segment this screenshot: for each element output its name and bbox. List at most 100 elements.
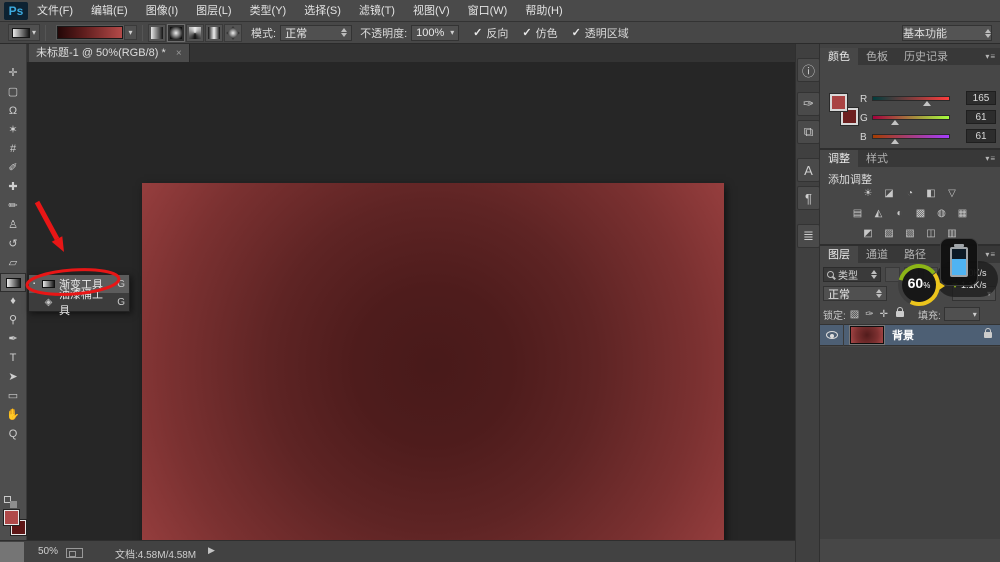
adjustment-icon[interactable]: ◐ [891,207,908,221]
panel-menu-icon[interactable]: ▾≡ [985,52,996,61]
blend-mode-select[interactable]: 正常 [280,25,352,41]
measurement-panel-icon[interactable]: ≣ [797,224,820,248]
panel-menu-icon[interactable]: ▾≡ [985,154,996,163]
zoom-level-field[interactable]: 50% [38,546,58,557]
tab-图层[interactable]: 图层 [820,246,858,263]
lock-option-icon[interactable]: ▨ [850,309,859,320]
adjustment-icon[interactable]: ◪ [881,187,898,201]
layer-thumbnail[interactable] [850,326,884,344]
brush-panel-icon[interactable]: ✑ [797,92,820,116]
workspace-switcher[interactable]: 基本功能 [902,25,992,41]
adjustment-icon[interactable]: ▽ [944,187,961,201]
crop-tool[interactable]: # [0,140,26,159]
adjustment-icon[interactable]: ▤ [849,207,866,221]
menu-item-窗口(W)[interactable]: 窗口(W) [459,5,517,17]
opacity-select[interactable]: 100% ▾ [411,25,459,41]
menu-item-编辑(E)[interactable]: 编辑(E) [82,5,137,17]
adjustment-icon[interactable]: ▩ [912,207,929,221]
slider-thumb-icon[interactable] [891,120,899,125]
adjustment-icon[interactable]: ◩ [860,227,877,241]
lock-all-icon[interactable] [896,311,904,317]
gradient-preview[interactable] [57,26,123,39]
paragraph-panel-icon[interactable]: ¶ [797,186,820,210]
marquee-tool[interactable]: ▢ [0,83,26,102]
diamond-gradient-button[interactable] [224,24,242,42]
menu-item-图像(I)[interactable]: 图像(I) [137,5,187,17]
channel-value[interactable]: 61 [966,110,996,124]
blur-tool[interactable]: ♦ [0,292,26,311]
history-brush-tool[interactable]: ↺ [0,235,26,254]
menu-item-选择(S)[interactable]: 选择(S) [295,5,350,17]
hand-tool[interactable]: ✋ [0,406,26,425]
dodge-tool[interactable]: ⚲ [0,311,26,330]
adjustment-icon[interactable]: ◭ [870,207,887,221]
linear-gradient-button[interactable] [148,24,166,42]
foreground-color-chip[interactable] [830,94,847,111]
lock-option-icon[interactable]: ✛ [880,309,888,320]
tool-preset-picker[interactable]: ▾ [8,24,40,41]
layer-filter-type-select[interactable]: 类型 [823,267,881,282]
layer-visibility-cell[interactable] [820,324,844,346]
path-selection-tool[interactable]: ➤ [0,368,26,387]
eyedropper-tool[interactable]: ✐ [0,159,26,178]
move-tool[interactable]: ✛ [0,64,26,83]
character-panel-icon[interactable]: A [797,158,820,182]
clone-source-panel-icon[interactable]: ⧉ [797,120,820,144]
gradient-editor[interactable]: ▾ [57,25,137,40]
checkbox-透明区域[interactable]: ✓透明区域 [572,25,629,41]
tab-色板[interactable]: 色板 [858,48,896,65]
info-panel-icon[interactable]: ⓘ [797,58,820,82]
checkbox-反向[interactable]: ✓反向 [473,25,508,41]
slider-thumb-icon[interactable] [891,139,899,144]
channel-track[interactable] [872,115,950,120]
tab-通道[interactable]: 通道 [858,246,896,263]
close-tab-icon[interactable]: × [176,48,182,59]
flyout-item-油漆桶工具[interactable]: ◈油漆桶工具G [29,293,129,311]
adjustment-icon[interactable]: ◫ [923,227,940,241]
channel-value[interactable]: 165 [966,91,996,105]
menu-item-文件(F)[interactable]: 文件(F) [28,5,82,17]
layer-blend-mode-select[interactable]: 正常 [823,286,887,301]
tab-颜色[interactable]: 颜色 [820,48,858,65]
status-popup-arrow-icon[interactable]: ▶ [208,545,215,556]
document-tab[interactable]: 未标题-1 @ 50%(RGB/8) * × [29,44,190,62]
layer-row-background[interactable]: 背景 [820,324,1000,346]
pen-tool[interactable]: ✒ [0,330,26,349]
lock-option-icon[interactable]: ✑ [865,309,873,320]
lasso-tool[interactable]: Ω [0,102,26,121]
channel-track[interactable] [872,134,950,139]
quick-selection-tool[interactable]: ✶ [0,121,26,140]
channel-value[interactable]: 61 [966,129,996,143]
eraser-tool[interactable]: ▱ [0,254,26,273]
checkbox-仿色[interactable]: ✓仿色 [522,25,557,41]
clone-stamp-tool[interactable]: ♙ [0,216,26,235]
canvas[interactable] [142,183,724,549]
foreground-color-swatch[interactable] [4,510,19,525]
menu-item-滤镜(T)[interactable]: 滤镜(T) [350,5,404,17]
zoom-tool[interactable]: Q [0,425,26,444]
tab-样式[interactable]: 样式 [858,150,896,167]
channel-track[interactable] [872,96,950,101]
adjustment-icon[interactable]: ▧ [902,227,919,241]
adjustment-icon[interactable]: ▨ [881,227,898,241]
gradient-picker-dropdown[interactable]: ▾ [124,25,137,40]
menu-item-帮助(H)[interactable]: 帮助(H) [516,5,571,17]
reflected-gradient-button[interactable] [205,24,223,42]
adjustment-icon[interactable]: ◧ [923,187,940,201]
menu-item-类型(Y)[interactable]: 类型(Y) [241,5,296,17]
panel-menu-icon[interactable]: ▾≡ [985,250,996,259]
tab-调整[interactable]: 调整 [820,150,858,167]
adjustment-icon[interactable]: ☀ [860,187,877,201]
type-tool[interactable]: T [0,349,26,368]
adjustment-icon[interactable]: ◔ [902,187,919,201]
shape-tool[interactable]: ▭ [0,387,26,406]
menu-item-图层(L)[interactable]: 图层(L) [187,5,240,17]
menu-item-视图(V)[interactable]: 视图(V) [404,5,459,17]
fill-opacity-select[interactable]: ▾ [944,307,980,321]
tab-历史记录[interactable]: 历史记录 [896,48,956,65]
adjustment-icon[interactable]: ◍ [933,207,950,221]
slider-thumb-icon[interactable] [923,101,931,106]
brush-tool[interactable]: ✏ [0,197,26,216]
healing-brush-tool[interactable]: ✚ [0,178,26,197]
radial-gradient-button[interactable] [167,24,185,42]
